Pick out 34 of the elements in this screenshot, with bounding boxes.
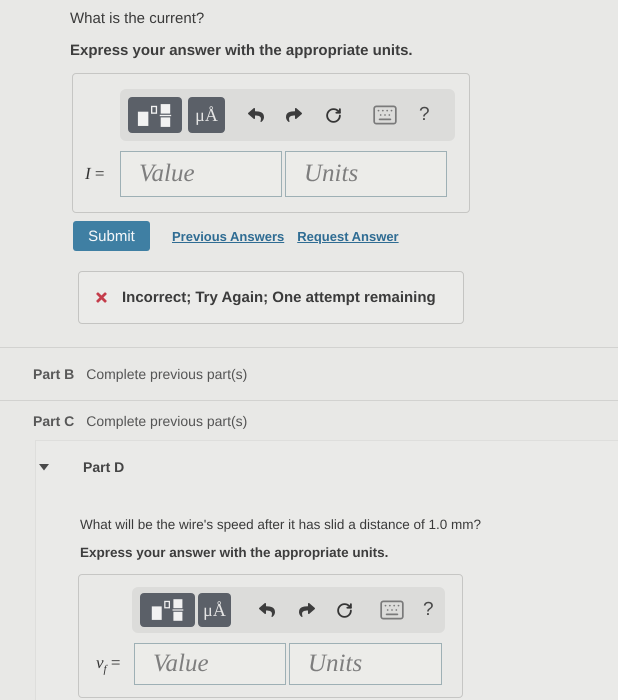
help-button[interactable]: ? [419,104,430,126]
question-text: What will be the wire's speed after it has slid a distance of 1.0 mm? [80,516,482,534]
reset-icon[interactable] [336,602,353,618]
submit-button[interactable]: Submit [73,221,150,251]
feedback-text: Incorrect; Try Again; One attempt remaining [122,289,436,306]
template-icon [136,102,174,128]
reset-icon[interactable] [325,106,342,124]
units-button[interactable]: μÅ [198,593,231,627]
value-field[interactable]: Value [134,643,286,685]
part-label: Part B [33,366,74,382]
variable-label: v$_{f}$ = [96,652,122,676]
part-label: Part C [33,412,74,428]
units-button[interactable]: μÅ [188,97,225,133]
caret-icon[interactable] [39,462,49,472]
part-status: Complete previous part(s) [86,366,248,382]
part-label[interactable]: Part D [83,458,124,474]
help-button[interactable]: ? [423,599,434,621]
redo-icon[interactable] [286,107,302,123]
units-field[interactable]: Units [285,151,447,197]
units-field[interactable]: Units [289,643,442,685]
undo-icon[interactable] [248,107,264,123]
instruction-text: Express your answer with the appropriate units. [80,544,388,562]
template-icon [150,598,186,622]
value-field[interactable]: Value [120,151,282,197]
undo-icon[interactable] [259,602,275,618]
part-status: Complete previous part(s) [86,412,248,428]
question-text: What is the current? [70,10,204,28]
request-answer-link[interactable]: Request Answer [297,228,399,244]
instruction-text: Express your answer with the appropriate units. [70,42,413,60]
previous-answers-link[interactable]: Previous Answers [172,228,284,244]
variable-label: I = [85,164,106,184]
template-button[interactable] [140,593,195,627]
redo-icon[interactable] [299,602,315,618]
template-button[interactable] [128,97,182,133]
